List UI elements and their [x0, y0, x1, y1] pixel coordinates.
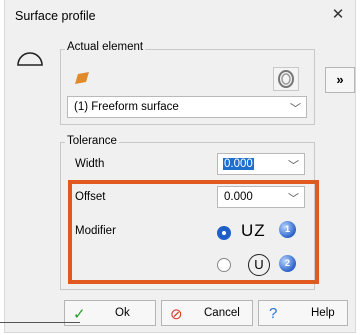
actual-element-legend: Actual element [65, 41, 146, 53]
chevron-down-icon: ﹀ [288, 160, 299, 172]
title-bar: Surface profile ✕ [5, 0, 355, 30]
help-button[interactable]: ? Help [258, 300, 348, 326]
surface-profile-symbol-icon [17, 52, 43, 66]
close-icon[interactable]: ✕ [327, 5, 349, 25]
offset-label: Offset [75, 191, 106, 203]
dialog-title: Surface profile [15, 9, 96, 23]
more-options-button[interactable]: » [325, 67, 355, 93]
circled-u-symbol: U [248, 254, 270, 276]
help-label: Help [311, 307, 335, 319]
cancel-label: Cancel [204, 307, 240, 319]
ring-icon [278, 70, 294, 88]
chevron-down-icon: ﹀ [290, 103, 301, 115]
offset-value: 0.000 [224, 191, 253, 203]
actual-element-value: (1) Freeform surface [74, 101, 179, 113]
badge-2-icon: 2 [279, 255, 296, 272]
actual-element-dropdown[interactable]: (1) Freeform surface ﹀ [67, 96, 307, 118]
cancel-button[interactable]: ⊘ Cancel [161, 300, 253, 326]
cancel-icon: ⊘ [170, 306, 183, 323]
surface-profile-dialog: Surface profile ✕ Actual element » (1) F… [4, 0, 356, 333]
modifier-u-radio[interactable] [217, 258, 231, 272]
modifier-uz-label: UZ [241, 221, 266, 240]
checkmark-icon: ✓ [73, 306, 86, 323]
freeform-surface-icon [75, 72, 89, 84]
modifier-uz-radio[interactable] [217, 226, 231, 240]
tolerance-legend: Tolerance [65, 135, 119, 147]
help-icon: ? [269, 305, 278, 322]
chevron-down-icon: ﹀ [288, 193, 299, 205]
width-dropdown[interactable]: 0.000 ﹀ [217, 153, 305, 175]
modifier-label: Modifier [75, 225, 116, 237]
badge-1-icon: 1 [279, 221, 296, 238]
offset-dropdown[interactable]: 0.000 ﹀ [217, 186, 305, 208]
divider [0, 322, 80, 323]
width-value: 0.000 [223, 158, 254, 170]
ok-label: Ok [115, 307, 130, 319]
element-select-button[interactable] [273, 67, 299, 91]
width-label: Width [75, 158, 105, 170]
